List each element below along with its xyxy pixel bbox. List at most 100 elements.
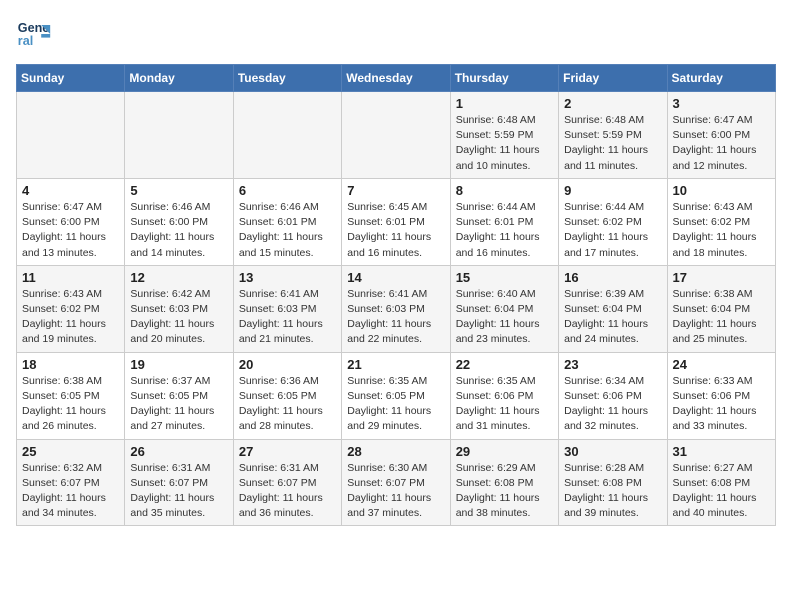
day-cell: 21 Sunrise: 6:35 AM Sunset: 6:05 PM Dayli… <box>342 352 450 439</box>
day-cell <box>125 92 233 179</box>
day-info: Sunrise: 6:46 AM Sunset: 6:00 PM Dayligh… <box>130 200 227 261</box>
weekday-header-monday: Monday <box>125 65 233 92</box>
day-number: 15 <box>456 270 553 285</box>
day-info: Sunrise: 6:42 AM Sunset: 6:03 PM Dayligh… <box>130 287 227 348</box>
day-cell: 7 Sunrise: 6:45 AM Sunset: 6:01 PM Daylig… <box>342 178 450 265</box>
calendar-table: SundayMondayTuesdayWednesdayThursdayFrid… <box>16 64 776 526</box>
day-info: Sunrise: 6:33 AM Sunset: 6:06 PM Dayligh… <box>673 374 770 435</box>
day-cell: 16Sunrise: 6:39 AM Sunset: 6:04 PM Dayli… <box>559 265 667 352</box>
day-number: 10 <box>673 183 770 198</box>
weekday-header-wednesday: Wednesday <box>342 65 450 92</box>
day-cell: 14Sunrise: 6:41 AM Sunset: 6:03 PM Dayli… <box>342 265 450 352</box>
day-number: 7 <box>347 183 444 198</box>
day-number: 5 <box>130 183 227 198</box>
day-number: 30 <box>564 444 661 459</box>
day-info: Sunrise: 6:47 AM Sunset: 6:00 PM Dayligh… <box>22 200 119 261</box>
day-info: Sunrise: 6:35 AM Sunset: 6:05 PM Dayligh… <box>347 374 444 435</box>
day-cell: 15 Sunrise: 6:40 AM Sunset: 6:04 PM Dayli… <box>450 265 558 352</box>
day-cell: 9 Sunrise: 6:44 AM Sunset: 6:02 PM Daylig… <box>559 178 667 265</box>
day-info: Sunrise: 6:30 AM Sunset: 6:07 PM Dayligh… <box>347 461 444 522</box>
day-cell: 25 Sunrise: 6:32 AM Sunset: 6:07 PM Dayli… <box>17 439 125 526</box>
day-number: 27 <box>239 444 336 459</box>
day-info: Sunrise: 6:40 AM Sunset: 6:04 PM Dayligh… <box>456 287 553 348</box>
week-row-5: 25 Sunrise: 6:32 AM Sunset: 6:07 PM Dayli… <box>17 439 776 526</box>
day-info: Sunrise: 6:48 AM Sunset: 5:59 PM Dayligh… <box>564 113 661 174</box>
day-cell: 23 Sunrise: 6:34 AM Sunset: 6:06 PM Dayli… <box>559 352 667 439</box>
day-number: 19 <box>130 357 227 372</box>
day-number: 14 <box>347 270 444 285</box>
day-info: Sunrise: 6:38 AM Sunset: 6:05 PM Dayligh… <box>22 374 119 435</box>
weekday-header-saturday: Saturday <box>667 65 775 92</box>
day-cell: 6 Sunrise: 6:46 AM Sunset: 6:01 PM Daylig… <box>233 178 341 265</box>
day-number: 1 <box>456 96 553 111</box>
day-number: 29 <box>456 444 553 459</box>
week-row-1: 1 Sunrise: 6:48 AM Sunset: 5:59 PM Daylig… <box>17 92 776 179</box>
day-cell: 4 Sunrise: 6:47 AM Sunset: 6:00 PM Daylig… <box>17 178 125 265</box>
day-cell: 5 Sunrise: 6:46 AM Sunset: 6:00 PM Daylig… <box>125 178 233 265</box>
day-cell: 29 Sunrise: 6:29 AM Sunset: 6:08 PM Dayli… <box>450 439 558 526</box>
day-info: Sunrise: 6:48 AM Sunset: 5:59 PM Dayligh… <box>456 113 553 174</box>
week-row-3: 11Sunrise: 6:43 AM Sunset: 6:02 PM Dayli… <box>17 265 776 352</box>
day-info: Sunrise: 6:46 AM Sunset: 6:01 PM Dayligh… <box>239 200 336 261</box>
day-cell <box>17 92 125 179</box>
day-cell: 30 Sunrise: 6:28 AM Sunset: 6:08 PM Dayli… <box>559 439 667 526</box>
day-cell <box>233 92 341 179</box>
day-info: Sunrise: 6:44 AM Sunset: 6:02 PM Dayligh… <box>564 200 661 261</box>
day-number: 24 <box>673 357 770 372</box>
day-number: 26 <box>130 444 227 459</box>
day-info: Sunrise: 6:44 AM Sunset: 6:01 PM Dayligh… <box>456 200 553 261</box>
day-cell: 24 Sunrise: 6:33 AM Sunset: 6:06 PM Dayli… <box>667 352 775 439</box>
day-cell: 20 Sunrise: 6:36 AM Sunset: 6:05 PM Dayli… <box>233 352 341 439</box>
day-cell: 27 Sunrise: 6:31 AM Sunset: 6:07 PM Dayli… <box>233 439 341 526</box>
day-cell: 8 Sunrise: 6:44 AM Sunset: 6:01 PM Daylig… <box>450 178 558 265</box>
day-number: 18 <box>22 357 119 372</box>
day-number: 3 <box>673 96 770 111</box>
day-info: Sunrise: 6:45 AM Sunset: 6:01 PM Dayligh… <box>347 200 444 261</box>
day-cell: 17 Sunrise: 6:38 AM Sunset: 6:04 PM Dayli… <box>667 265 775 352</box>
day-cell: 26 Sunrise: 6:31 AM Sunset: 6:07 PM Dayli… <box>125 439 233 526</box>
week-row-2: 4 Sunrise: 6:47 AM Sunset: 6:00 PM Daylig… <box>17 178 776 265</box>
day-number: 12 <box>130 270 227 285</box>
weekday-header-friday: Friday <box>559 65 667 92</box>
day-number: 28 <box>347 444 444 459</box>
day-cell: 13Sunrise: 6:41 AM Sunset: 6:03 PM Dayli… <box>233 265 341 352</box>
day-number: 4 <box>22 183 119 198</box>
day-info: Sunrise: 6:41 AM Sunset: 6:03 PM Dayligh… <box>239 287 336 348</box>
day-info: Sunrise: 6:38 AM Sunset: 6:04 PM Dayligh… <box>673 287 770 348</box>
day-info: Sunrise: 6:27 AM Sunset: 6:08 PM Dayligh… <box>673 461 770 522</box>
day-number: 17 <box>673 270 770 285</box>
day-number: 23 <box>564 357 661 372</box>
day-info: Sunrise: 6:28 AM Sunset: 6:08 PM Dayligh… <box>564 461 661 522</box>
logo: Gene ral <box>16 16 54 52</box>
day-info: Sunrise: 6:32 AM Sunset: 6:07 PM Dayligh… <box>22 461 119 522</box>
day-number: 9 <box>564 183 661 198</box>
day-cell: 28 Sunrise: 6:30 AM Sunset: 6:07 PM Dayli… <box>342 439 450 526</box>
svg-text:ral: ral <box>18 34 33 48</box>
day-number: 31 <box>673 444 770 459</box>
day-number: 20 <box>239 357 336 372</box>
day-info: Sunrise: 6:37 AM Sunset: 6:05 PM Dayligh… <box>130 374 227 435</box>
day-cell: 12 Sunrise: 6:42 AM Sunset: 6:03 PM Dayli… <box>125 265 233 352</box>
day-info: Sunrise: 6:34 AM Sunset: 6:06 PM Dayligh… <box>564 374 661 435</box>
day-cell: 2 Sunrise: 6:48 AM Sunset: 5:59 PM Daylig… <box>559 92 667 179</box>
weekday-header-sunday: Sunday <box>17 65 125 92</box>
logo-icon: Gene ral <box>16 16 52 52</box>
day-number: 2 <box>564 96 661 111</box>
week-row-4: 18 Sunrise: 6:38 AM Sunset: 6:05 PM Dayli… <box>17 352 776 439</box>
day-info: Sunrise: 6:43 AM Sunset: 6:02 PM Dayligh… <box>22 287 119 348</box>
day-info: Sunrise: 6:47 AM Sunset: 6:00 PM Dayligh… <box>673 113 770 174</box>
day-cell: 1 Sunrise: 6:48 AM Sunset: 5:59 PM Daylig… <box>450 92 558 179</box>
day-number: 21 <box>347 357 444 372</box>
day-cell <box>342 92 450 179</box>
day-cell: 31 Sunrise: 6:27 AM Sunset: 6:08 PM Dayli… <box>667 439 775 526</box>
day-cell: 18 Sunrise: 6:38 AM Sunset: 6:05 PM Dayli… <box>17 352 125 439</box>
day-info: Sunrise: 6:31 AM Sunset: 6:07 PM Dayligh… <box>239 461 336 522</box>
day-info: Sunrise: 6:29 AM Sunset: 6:08 PM Dayligh… <box>456 461 553 522</box>
day-number: 6 <box>239 183 336 198</box>
day-info: Sunrise: 6:39 AM Sunset: 6:04 PM Dayligh… <box>564 287 661 348</box>
day-number: 25 <box>22 444 119 459</box>
calendar-header: SundayMondayTuesdayWednesdayThursdayFrid… <box>17 65 776 92</box>
day-info: Sunrise: 6:36 AM Sunset: 6:05 PM Dayligh… <box>239 374 336 435</box>
day-number: 8 <box>456 183 553 198</box>
day-info: Sunrise: 6:31 AM Sunset: 6:07 PM Dayligh… <box>130 461 227 522</box>
